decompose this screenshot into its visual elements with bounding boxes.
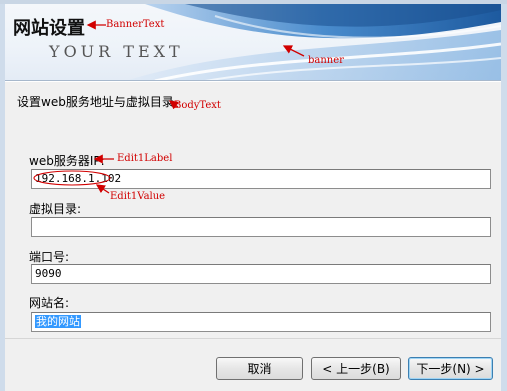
edit1-value-arrow [95, 184, 110, 194]
annotation-edit1-value: Edit1Value [110, 191, 166, 202]
annotation-banner: banner [308, 55, 344, 66]
annotation-overlay [33, 20, 305, 194]
annotation-edit1-label: Edit1Label [117, 153, 173, 164]
edit1-value-circle [33, 170, 111, 186]
banner-arrow [282, 45, 305, 57]
annotation-banner-text: BannerText [106, 19, 165, 30]
annotation-body-text: BodyText [174, 100, 221, 111]
